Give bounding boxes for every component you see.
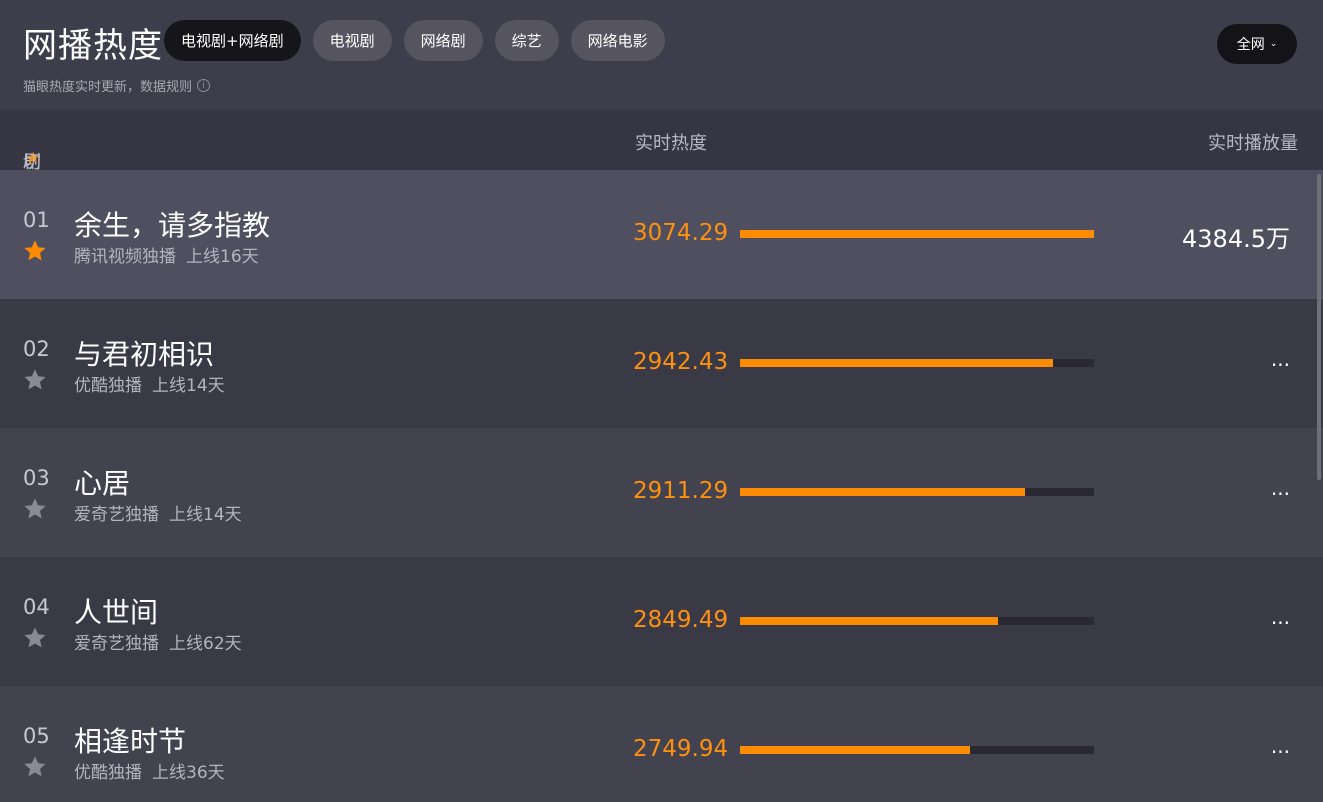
heat-value: 3074.29 <box>633 220 729 246</box>
play-count: ... <box>1270 605 1290 629</box>
rank-number: 02 <box>23 337 50 361</box>
info-icon[interactable]: i <box>197 79 211 92</box>
subtitle-text: 猫眼热度实时更新，数据规则 <box>23 80 193 95</box>
star-icon[interactable] <box>22 496 48 522</box>
heat-value: 2749.94 <box>633 736 729 762</box>
page-title: 网播热度 <box>23 26 163 66</box>
heat-value: 2849.49 <box>633 607 729 633</box>
table-row[interactable]: 05 相逢时节 优酷独播 上线36天 2749.94 ... <box>0 686 1323 802</box>
show-title[interactable]: 与君初相识 <box>74 333 214 373</box>
star-icon[interactable] <box>22 625 48 651</box>
platform-label: 优酷独播 <box>74 376 142 396</box>
table-row[interactable]: 02 与君初相识 优酷独播 上线14天 2942.43 ... <box>0 299 1323 428</box>
tab-variety[interactable]: 综艺 <box>494 20 559 61</box>
region-label: 全网 <box>1236 37 1265 53</box>
online-days: 上线14天 <box>152 376 225 396</box>
show-title[interactable]: 人世间 <box>74 591 158 631</box>
region-dropdown[interactable]: 全网 ⌄ <box>1217 24 1297 64</box>
heat-bar-fill <box>740 359 1053 367</box>
show-title[interactable]: 相逢时节 <box>74 720 186 760</box>
column-header: 剧集(点击 ★ 切换右侧展示) 实时热度 实时播放量 <box>0 110 1323 303</box>
scrollbar[interactable] <box>1317 174 1321 480</box>
subtitle: 猫眼热度实时更新，数据规则 i <box>23 76 211 95</box>
play-count: ... <box>1270 476 1290 500</box>
star-icon[interactable] <box>22 367 48 393</box>
tab-tv-and-web[interactable]: 电视剧+网络剧 <box>164 20 301 61</box>
tab-tv[interactable]: 电视剧 <box>312 20 392 61</box>
rank-number: 01 <box>23 208 50 232</box>
show-meta: 爱奇艺独播 上线14天 <box>74 500 242 525</box>
ranking-list: 01 余生，请多指教 腾讯视频独播 上线16天 3074.29 4384.5万 0… <box>0 170 1323 802</box>
heat-bar <box>740 359 1094 367</box>
heat-bar <box>740 746 1094 754</box>
online-days: 上线14天 <box>169 505 242 525</box>
play-count: ... <box>1270 347 1290 371</box>
tab-web-series[interactable]: 网络剧 <box>403 20 483 61</box>
platform-label: 爱奇艺独播 <box>74 634 159 654</box>
star-icon[interactable] <box>22 754 48 780</box>
heat-ranking-page: 网播热度 电视剧+网络剧 电视剧 网络剧 综艺 网络电影 猫眼热度实时更新，数据… <box>0 0 1323 802</box>
online-days: 上线36天 <box>152 763 225 783</box>
table-row[interactable]: 03 心居 爱奇艺独播 上线14天 2911.29 ... <box>0 428 1323 557</box>
show-meta: 爱奇艺独播 上线62天 <box>74 629 242 654</box>
show-title[interactable]: 心居 <box>74 462 130 502</box>
heat-bar-fill <box>740 230 1094 238</box>
rank-number: 05 <box>23 724 50 748</box>
column-play: 实时播放量 <box>1208 133 1298 154</box>
heat-bar <box>740 488 1094 496</box>
show-meta: 腾讯视频独播 上线16天 <box>74 242 259 267</box>
rank-number: 03 <box>23 466 50 490</box>
show-meta: 优酷独播 上线36天 <box>74 758 225 783</box>
platform-label: 腾讯视频独播 <box>74 247 176 267</box>
table-row[interactable]: 04 人世间 爱奇艺独播 上线62天 2849.49 ... <box>0 557 1323 686</box>
online-days: 上线16天 <box>186 247 259 267</box>
header: 网播热度 电视剧+网络剧 电视剧 网络剧 综艺 网络电影 猫眼热度实时更新，数据… <box>0 0 1323 110</box>
category-tabs: 电视剧+网络剧 电视剧 网络剧 综艺 网络电影 <box>164 20 665 61</box>
star-icon[interactable] <box>22 238 48 264</box>
chevron-down-icon: ⌄ <box>1269 39 1278 49</box>
online-days: 上线62天 <box>169 634 242 654</box>
play-count: ... <box>1270 734 1290 758</box>
table-row[interactable]: 01 余生，请多指教 腾讯视频独播 上线16天 3074.29 4384.5万 <box>0 170 1323 299</box>
show-meta: 优酷独播 上线14天 <box>74 371 225 396</box>
tab-web-movie[interactable]: 网络电影 <box>570 20 665 61</box>
heat-bar-fill <box>740 617 999 625</box>
play-count: 4384.5万 <box>1182 225 1290 253</box>
show-title[interactable]: 余生，请多指教 <box>74 204 270 244</box>
heat-bar-fill <box>740 488 1026 496</box>
heat-bar <box>740 230 1094 238</box>
platform-label: 爱奇艺独播 <box>74 505 159 525</box>
rank-number: 04 <box>23 595 50 619</box>
platform-label: 优酷独播 <box>74 763 142 783</box>
heat-bar-fill <box>740 746 971 754</box>
heat-bar <box>740 617 1094 625</box>
heat-value: 2942.43 <box>633 349 729 375</box>
column-heat: 实时热度 <box>635 133 707 154</box>
heat-value: 2911.29 <box>633 478 729 504</box>
